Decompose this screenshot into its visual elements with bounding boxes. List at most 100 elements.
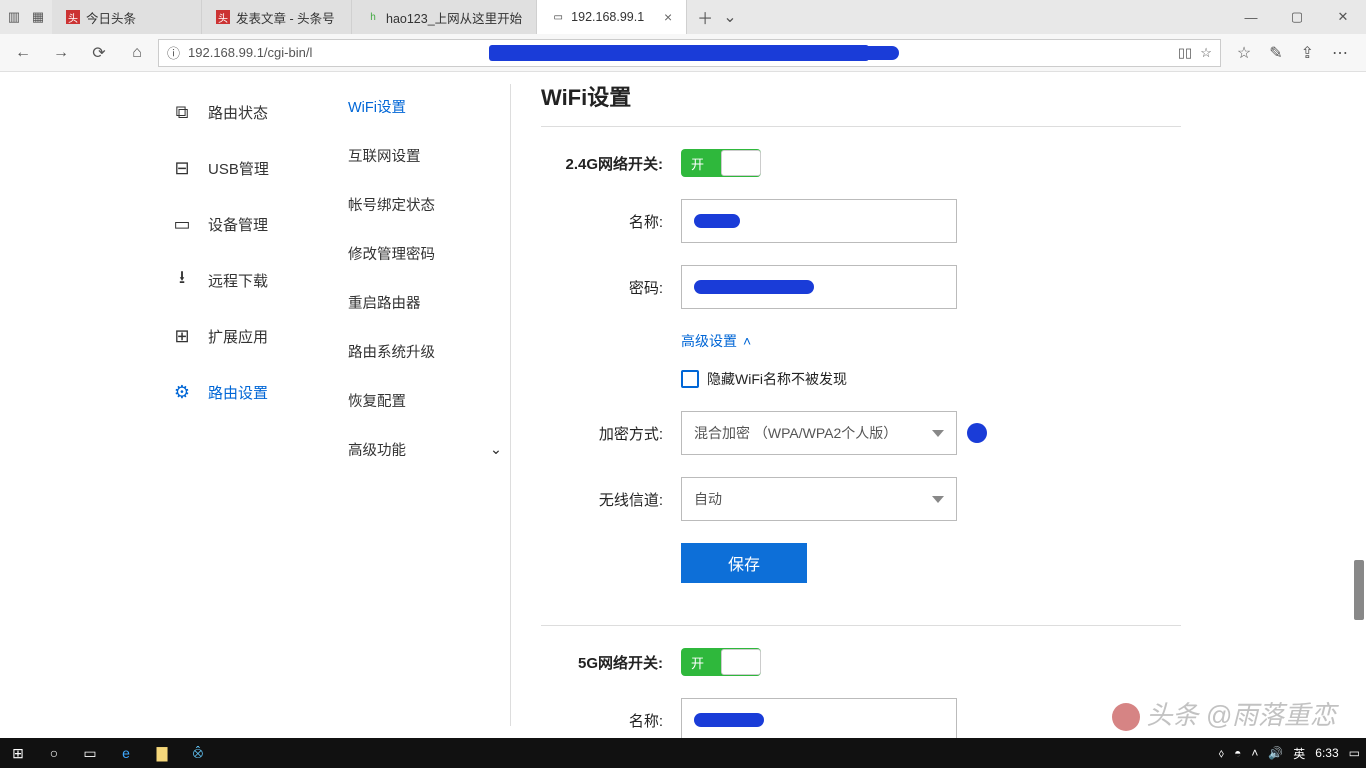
ime-indicator[interactable]: 英 (1293, 745, 1305, 762)
save-24-button[interactable]: 保存 (681, 543, 807, 583)
tray-chevron-icon[interactable]: ˄ (1251, 746, 1258, 760)
favorite-icon[interactable]: ☆ (1200, 45, 1212, 61)
tray-network-icon[interactable]: ⬨ (1219, 746, 1224, 761)
name-5-input[interactable] (681, 698, 957, 738)
nav-devices[interactable]: ▭设备管理 (160, 196, 340, 252)
advanced-24-toggle[interactable]: 高级设置˄ (681, 331, 1336, 351)
subnav-upgrade[interactable]: 路由系统升级 (340, 327, 510, 376)
refresh-button[interactable]: ⟳ (82, 36, 116, 70)
redacted-value (694, 214, 740, 228)
tray-volume-icon[interactable]: 🔊 (1268, 746, 1283, 760)
nav-download[interactable]: ⭳远程下载 (160, 252, 340, 308)
redacted-url-2 (859, 46, 899, 60)
reading-view-icon[interactable]: ▯▯ (1178, 45, 1192, 61)
channel-select[interactable]: 自动 (681, 477, 957, 521)
nav-apps[interactable]: ⊞扩展应用 (160, 308, 340, 364)
favicon: 头 (216, 10, 230, 24)
browser-titlebar: ▥ ▦ 头 今日头条 头 发表文章 - 头条号 h hao123_上网从这里开始… (0, 0, 1366, 34)
maximize-button[interactable]: ▢ (1274, 0, 1320, 34)
channel-label: 无线信道: (541, 489, 681, 510)
encryption-select[interactable]: 混合加密 （WPA/WPA2个人版） (681, 411, 957, 455)
toggle-knob (721, 150, 761, 176)
explorer-app[interactable]: ▇ (144, 738, 180, 768)
hide-ssid-checkbox[interactable] (681, 370, 699, 388)
close-icon[interactable]: × (664, 9, 672, 25)
devices-icon: ▭ (170, 212, 194, 236)
favicon: 头 (66, 10, 80, 24)
status-icon: ⧉ (170, 100, 194, 124)
switch-24-label: 2.4G网络开关: (541, 153, 681, 174)
notes-button[interactable]: ✎ (1269, 43, 1282, 63)
subnav-restore[interactable]: 恢复配置 (340, 376, 510, 425)
name-5-label: 名称: (541, 710, 681, 731)
taskview-button[interactable]: ▭ (72, 738, 108, 768)
url-text: 192.168.99.1/cgi-bin/l (188, 45, 312, 60)
hr (541, 625, 1181, 626)
subnav-reboot[interactable]: 重启路由器 (340, 278, 510, 327)
forward-button[interactable]: → (44, 36, 78, 70)
close-window-button[interactable]: ✕ (1320, 0, 1366, 34)
subnav-internet[interactable]: 互联网设置 (340, 131, 510, 180)
subnav-password[interactable]: 修改管理密码 (340, 229, 510, 278)
name-24-input[interactable] (681, 199, 957, 243)
tab-label: 192.168.99.1 (571, 10, 644, 24)
tray-shield-icon[interactable]: ◓ (1234, 746, 1241, 760)
tab-router[interactable]: ▭ 192.168.99.1 × (537, 0, 687, 34)
toggle-knob (721, 649, 761, 675)
scrollbar-thumb[interactable] (1354, 560, 1364, 620)
tab-publish[interactable]: 头 发表文章 - 头条号 (202, 0, 352, 34)
nav-settings[interactable]: ⚙路由设置 (160, 364, 340, 420)
favicon: h (366, 10, 380, 24)
dropdown-icon (932, 430, 944, 437)
switch-5[interactable]: 开 (681, 648, 761, 676)
dropdown-icon (932, 496, 944, 503)
main-content: WiFi设置 2.4G网络开关: 开 名称: 密码: 高级设置˄ 隐藏WiFi名… (511, 72, 1366, 738)
home-button[interactable]: ⌂ (120, 36, 154, 70)
favorites-button[interactable]: ☆ (1237, 43, 1251, 63)
tab-toutiao[interactable]: 头 今日头条 (52, 0, 202, 34)
subnav-advanced[interactable]: 高级功能⌄ (340, 425, 510, 474)
nav-router-status[interactable]: ⧉路由状态 (160, 84, 340, 140)
gear-icon: ⚙ (170, 380, 194, 404)
redacted-value (694, 713, 764, 727)
new-tab-button[interactable]: ＋ (697, 5, 713, 29)
search-button[interactable]: ○ (36, 738, 72, 768)
page-title: WiFi设置 (541, 80, 1336, 112)
tab-label: hao123_上网从这里开始 (386, 8, 522, 27)
hr (541, 126, 1181, 127)
enc-label: 加密方式: (541, 423, 681, 444)
switch-24[interactable]: 开 (681, 149, 761, 177)
hide-ssid-label: 隐藏WiFi名称不被发现 (707, 369, 847, 389)
redacted-url (489, 45, 869, 61)
switch-5-label: 5G网络开关: (541, 652, 681, 673)
left-nav: ⧉路由状态 ⊟USB管理 ▭设备管理 ⭳远程下载 ⊞扩展应用 ⚙路由设置 (160, 72, 340, 738)
sub-nav: WiFi设置 互联网设置 帐号绑定状态 修改管理密码 重启路由器 路由系统升级 … (340, 72, 510, 738)
tab-hao123[interactable]: h hao123_上网从这里开始 (352, 0, 537, 34)
address-bar: ← → ⟳ ⌂ ⓘ 192.168.99.1/cgi-bin/l ▯▯ ☆ ☆ … (0, 34, 1366, 72)
subnav-account[interactable]: 帐号绑定状态 (340, 180, 510, 229)
page-content: ⧉路由状态 ⊟USB管理 ▭设备管理 ⭳远程下载 ⊞扩展应用 ⚙路由设置 WiF… (0, 72, 1366, 738)
tabs-overflow-button[interactable]: ⌄ (723, 7, 736, 27)
more-button[interactable]: ⋯ (1332, 43, 1348, 63)
taskbar: ⊞ ○ ▭ e ▇ ⨶ ⬨ ◓ ˄ 🔊 英 6:33 ▭ (0, 738, 1366, 768)
usb-icon: ⊟ (170, 156, 194, 180)
notifications-button[interactable]: ▭ (1349, 746, 1360, 760)
store-app[interactable]: ⨶ (180, 738, 216, 768)
tab-label: 今日头条 (86, 8, 136, 27)
subnav-wifi[interactable]: WiFi设置 (340, 82, 510, 131)
pwd-24-input[interactable] (681, 265, 957, 309)
clock[interactable]: 6:33 (1315, 746, 1338, 760)
nav-usb[interactable]: ⊟USB管理 (160, 140, 340, 196)
pwd-24-label: 密码: (541, 277, 681, 298)
download-icon: ⭳ (170, 268, 194, 292)
edge-app[interactable]: e (108, 738, 144, 768)
minimize-button[interactable]: — (1228, 0, 1274, 34)
share-button[interactable]: ⇪ (1301, 43, 1314, 63)
apps-icon: ⊞ (170, 324, 194, 348)
back-button[interactable]: ← (6, 36, 40, 70)
redacted-value (694, 280, 814, 294)
app-icon-2: ▦ (30, 9, 46, 25)
url-input[interactable]: ⓘ 192.168.99.1/cgi-bin/l ▯▯ ☆ (158, 39, 1221, 67)
redacted-dot (967, 423, 987, 443)
start-button[interactable]: ⊞ (0, 738, 36, 768)
